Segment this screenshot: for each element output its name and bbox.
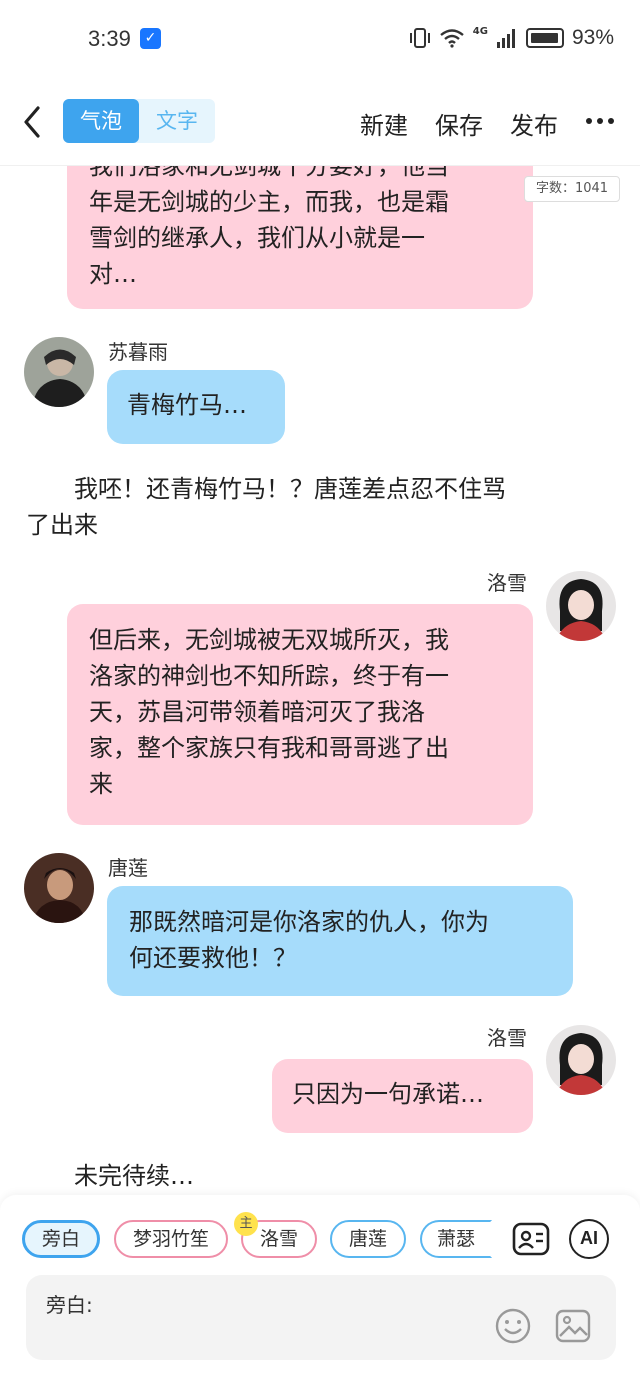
- message-line: 对…: [89, 260, 137, 288]
- avatar-luo-xue[interactable]: [546, 1025, 616, 1095]
- tab-text[interactable]: 文字: [139, 99, 215, 143]
- ai-label: AI: [580, 1228, 598, 1248]
- avatar-su-muyu[interactable]: [24, 337, 94, 407]
- narration-text[interactable]: 我呸！还青梅竹马！？唐莲差点忍不住骂 了出来: [26, 471, 616, 543]
- avatar-luo-xue[interactable]: [546, 571, 616, 641]
- network-type: 4G: [472, 26, 488, 37]
- vibrate-icon: [409, 28, 430, 48]
- role-chip[interactable]: 萧瑟: [420, 1220, 492, 1258]
- status-bar: 3:39 ✓ 4G 93%: [0, 0, 640, 80]
- input-role-label: 旁白:: [46, 1293, 93, 1317]
- chat-area[interactable]: 我们洛家和无剑城十分要好，他当 年是无剑城的少主，而我，也是霜 雪剑的继承人，我…: [0, 80, 640, 1200]
- message-bubble[interactable]: 但后来，无剑城被无双城所灭，我 洛家的神剑也不知所踪，终于有一 天，苏昌河带领着…: [67, 604, 533, 825]
- avatar-image: [546, 1025, 616, 1095]
- word-count-badge: 字数：1041: [524, 176, 620, 202]
- message-input[interactable]: 旁白:: [26, 1275, 616, 1360]
- message-line: 雪剑的继承人，我们从小就是一: [89, 224, 425, 252]
- message-line: 但后来，无剑城被无双城所灭，我: [89, 626, 449, 654]
- chevron-left-icon[interactable]: [18, 102, 48, 142]
- battery-percent: 93%: [571, 26, 614, 49]
- message-bubble[interactable]: 青梅竹马…: [107, 370, 285, 444]
- message-line: 天，苏昌河带领着暗河灭了我洛: [89, 698, 425, 726]
- avatar-image: [24, 337, 94, 407]
- status-right: 4G 93%: [409, 26, 614, 50]
- role-chip-narration[interactable]: 旁白: [22, 1220, 100, 1258]
- message-bubble[interactable]: 那既然暗河是你洛家的仇人，你为 何还要救他！？: [107, 886, 573, 996]
- avatar-tang-lian[interactable]: [24, 853, 94, 923]
- speaker-name: 洛雪: [487, 1026, 527, 1050]
- contact-card-icon[interactable]: [511, 1219, 551, 1259]
- narration-line: 了出来: [26, 511, 98, 539]
- avatar-image: [546, 571, 616, 641]
- message-line: 洛家的神剑也不知所踪，终于有一: [89, 662, 449, 690]
- lightbulb-icon: ✓: [140, 28, 161, 49]
- message-text: 青梅竹马…: [127, 391, 247, 419]
- role-chip[interactable]: 唐莲: [330, 1220, 406, 1258]
- message-line: 何还要救他！？: [129, 944, 297, 972]
- compose-panel: 旁白 梦羽竹笙 洛雪 主 唐莲 萧瑟 AI 旁白:: [0, 1195, 640, 1387]
- top-toolbar: 气泡 文字 新建 保存 发布: [0, 80, 640, 166]
- message-line: 家，整个家族只有我和哥哥逃了出: [89, 734, 449, 762]
- tab-bubble[interactable]: 气泡: [63, 99, 139, 143]
- smiley-icon[interactable]: [494, 1307, 532, 1345]
- signal-icon: [496, 29, 515, 48]
- status-time: 3:39: [88, 26, 131, 51]
- save-button[interactable]: 保存: [435, 106, 483, 141]
- role-chip[interactable]: 梦羽竹笙: [114, 1220, 228, 1258]
- message-line: 年是无剑城的少主，而我，也是霜: [89, 188, 449, 216]
- speaker-name: 唐莲: [108, 856, 148, 880]
- message-line: 那既然暗河是你洛家的仇人，你为: [129, 908, 489, 936]
- speaker-name: 苏暮雨: [108, 340, 168, 364]
- message-text: 只因为一句承诺…: [292, 1080, 484, 1108]
- narration-text[interactable]: 未完待续…: [26, 1158, 616, 1194]
- image-icon[interactable]: [554, 1307, 592, 1345]
- narration-line: 我呸！还青梅竹马！？唐莲差点忍不住骂: [26, 475, 506, 503]
- avatar-image: [24, 853, 94, 923]
- ai-button[interactable]: AI: [569, 1219, 609, 1259]
- publish-button[interactable]: 发布: [510, 106, 558, 141]
- message-bubble[interactable]: 只因为一句承诺…: [272, 1059, 533, 1133]
- wifi-icon: [440, 29, 464, 48]
- new-button[interactable]: 新建: [360, 106, 408, 141]
- mode-switch: 气泡 文字: [63, 99, 215, 143]
- message-line: 来: [89, 770, 113, 798]
- main-role-badge: 主: [234, 1212, 258, 1236]
- narration-line: 未完待续…: [26, 1162, 194, 1190]
- speaker-name: 洛雪: [487, 571, 527, 595]
- more-dots-icon[interactable]: [586, 118, 614, 124]
- battery-icon: [525, 28, 564, 48]
